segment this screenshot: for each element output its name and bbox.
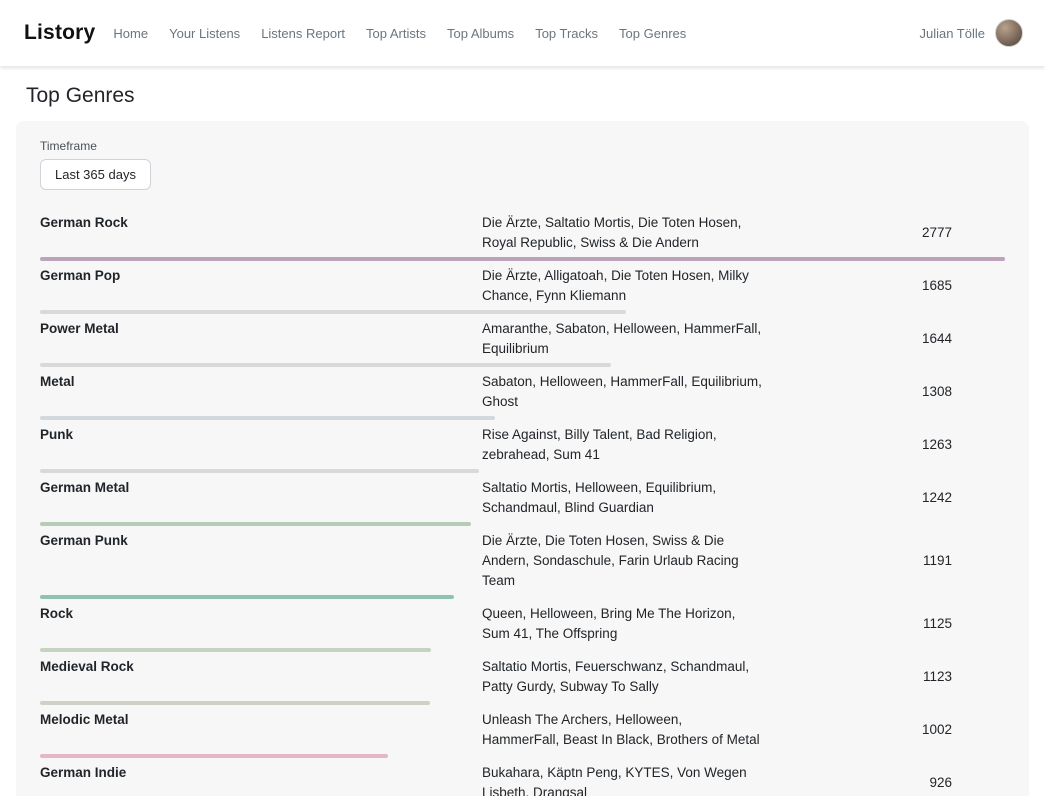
genre-count: 1002 xyxy=(762,720,1005,740)
nav-link-listens-report[interactable]: Listens Report xyxy=(261,26,345,41)
top-navbar: Listory Home Your Listens Listens Report… xyxy=(0,0,1045,66)
timeframe-label: Timeframe xyxy=(40,139,1005,153)
genre-artists: Saltatio Mortis, Feuerschwanz, Schandmau… xyxy=(482,657,762,697)
user-menu[interactable]: Julian Tölle xyxy=(919,19,1023,47)
nav-link-top-tracks[interactable]: Top Tracks xyxy=(535,26,598,41)
genre-count: 1263 xyxy=(762,435,1005,455)
genre-count: 1644 xyxy=(762,329,1005,349)
genre-row: German Indie Bukahara, Käptn Peng, KYTES… xyxy=(40,758,1005,796)
genre-row: Melodic Metal Unleash The Archers, Hello… xyxy=(40,705,1005,758)
page-title: Top Genres xyxy=(26,84,1019,108)
top-genres-card: Timeframe Last 365 days German Rock Die … xyxy=(16,121,1029,796)
nav-link-top-artists[interactable]: Top Artists xyxy=(366,26,426,41)
genre-name: Medieval Rock xyxy=(40,657,482,677)
timeframe-select[interactable]: Last 365 days xyxy=(40,159,151,190)
genre-count: 1685 xyxy=(762,276,1005,296)
nav-links: Home Your Listens Listens Report Top Art… xyxy=(113,26,919,41)
genre-count: 1242 xyxy=(762,488,1005,508)
nav-link-top-albums[interactable]: Top Albums xyxy=(447,26,514,41)
genre-name: Melodic Metal xyxy=(40,710,482,730)
genre-artists: Die Ärzte, Saltatio Mortis, Die Toten Ho… xyxy=(482,213,762,253)
genre-name: Power Metal xyxy=(40,319,482,339)
genre-artists: Die Ärzte, Die Toten Hosen, Swiss & Die … xyxy=(482,531,762,591)
genre-name: Punk xyxy=(40,425,482,445)
genre-count: 2777 xyxy=(762,223,1005,243)
user-name: Julian Tölle xyxy=(919,26,985,41)
genre-row: German Metal Saltatio Mortis, Helloween,… xyxy=(40,473,1005,526)
genre-count: 1308 xyxy=(762,382,1005,402)
genre-artists: Die Ärzte, Alligatoah, Die Toten Hosen, … xyxy=(482,266,762,306)
genre-count: 926 xyxy=(762,773,1005,793)
genre-count: 1123 xyxy=(762,667,1005,687)
genre-row: Rock Queen, Helloween, Bring Me The Hori… xyxy=(40,599,1005,652)
app-logo[interactable]: Listory xyxy=(24,21,95,45)
genre-row: German Rock Die Ärzte, Saltatio Mortis, … xyxy=(40,208,1005,261)
page-content: Top Genres Timeframe Last 365 days Germa… xyxy=(0,84,1045,796)
genre-row: German Punk Die Ärzte, Die Toten Hosen, … xyxy=(40,526,1005,599)
genre-name: German Punk xyxy=(40,531,482,551)
genre-name: Metal xyxy=(40,372,482,392)
genre-row: Punk Rise Against, Billy Talent, Bad Rel… xyxy=(40,420,1005,473)
genre-row: Power Metal Amaranthe, Sabaton, Hellowee… xyxy=(40,314,1005,367)
nav-link-top-genres[interactable]: Top Genres xyxy=(619,26,686,41)
genre-count: 1191 xyxy=(762,551,1005,571)
genre-row: Medieval Rock Saltatio Mortis, Feuerschw… xyxy=(40,652,1005,705)
genre-artists: Unleash The Archers, Helloween, HammerFa… xyxy=(482,710,762,750)
genre-name: German Rock xyxy=(40,213,482,233)
genre-name: Rock xyxy=(40,604,482,624)
genre-artists: Queen, Helloween, Bring Me The Horizon, … xyxy=(482,604,762,644)
genre-row: Metal Sabaton, Helloween, HammerFall, Eq… xyxy=(40,367,1005,420)
genre-artists: Sabaton, Helloween, HammerFall, Equilibr… xyxy=(482,372,762,412)
genre-row: German Pop Die Ärzte, Alligatoah, Die To… xyxy=(40,261,1005,314)
genre-artists: Amaranthe, Sabaton, Helloween, HammerFal… xyxy=(482,319,762,359)
genre-name: German Metal xyxy=(40,478,482,498)
genre-count: 1125 xyxy=(762,614,1005,634)
avatar[interactable] xyxy=(995,19,1023,47)
genre-list: German Rock Die Ärzte, Saltatio Mortis, … xyxy=(40,208,1005,796)
genre-artists: Bukahara, Käptn Peng, KYTES, Von Wegen L… xyxy=(482,763,762,796)
genre-name: German Indie xyxy=(40,763,482,783)
genre-artists: Rise Against, Billy Talent, Bad Religion… xyxy=(482,425,762,465)
nav-link-home[interactable]: Home xyxy=(113,26,148,41)
genre-artists: Saltatio Mortis, Helloween, Equilibrium,… xyxy=(482,478,762,518)
genre-name: German Pop xyxy=(40,266,482,286)
nav-link-your-listens[interactable]: Your Listens xyxy=(169,26,240,41)
